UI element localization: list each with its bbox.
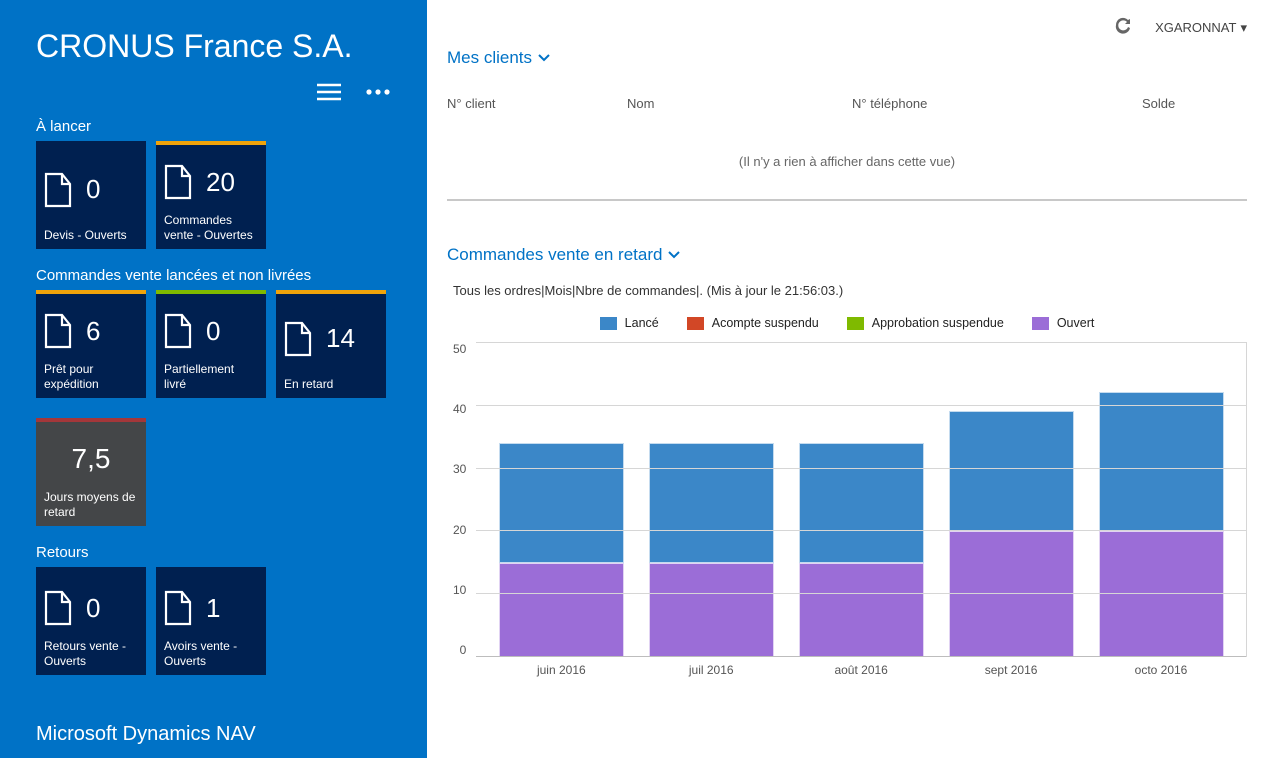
tile-label: En retard [284, 377, 378, 392]
section-title-lancees: Commandes vente lancées et non livrées [36, 267, 391, 284]
section-link-label: Mes clients [447, 48, 532, 68]
tile-avoirs-vente-ouverts[interactable]: 1 Avoirs vente - Ouverts [156, 567, 266, 675]
tile-value: 0 [86, 593, 100, 624]
document-icon [284, 321, 312, 357]
tile-pret-expedition[interactable]: 6 Prêt pour expédition [36, 290, 146, 398]
tile-retours-vente-ouverts[interactable]: 0 Retours vente - Ouverts [36, 567, 146, 675]
col-nom: Nom [627, 96, 852, 111]
chevron-down-icon [538, 54, 550, 62]
x-tick: octo 2016 [1099, 663, 1224, 677]
chart-meta: Tous les ordres|Mois|Nbre de commandes|.… [447, 283, 1247, 298]
x-tick: juin 2016 [499, 663, 624, 677]
user-name: XGARONNAT [1155, 20, 1236, 35]
chart-x-axis: juin 2016 juil 2016 août 2016 sept 2016 octo… [476, 657, 1246, 677]
document-icon [44, 172, 72, 208]
clients-heading[interactable]: Mes clients [447, 48, 1247, 68]
tile-partiellement-livre[interactable]: 0 Partiellement livré [156, 290, 266, 398]
chevron-down-icon [668, 251, 680, 259]
company-name: CRONUS France S.A. [36, 28, 391, 65]
chart-bar [949, 411, 1074, 657]
chart-bar [799, 443, 924, 657]
tile-value: 6 [86, 316, 100, 347]
section-title-retours: Retours [36, 544, 391, 561]
y-tick: 0 [460, 643, 467, 657]
legend-item: Approbation suspendue [847, 316, 1004, 330]
section-title-a-lancer: À lancer [36, 118, 391, 135]
tile-label: Prêt pour expédition [44, 362, 138, 392]
refresh-icon[interactable] [1113, 15, 1133, 40]
main-content: XGARONNAT ▾ Mes clients N° client Nom N°… [427, 0, 1275, 758]
tile-value: 7,5 [72, 443, 111, 475]
tile-devis-ouverts[interactable]: 0 Devis - Ouverts [36, 141, 146, 249]
chart-area: 50 40 30 20 10 0 juin 2016 juil 2016 août 2016 s… [447, 342, 1247, 682]
user-menu[interactable]: XGARONNAT ▾ [1155, 20, 1247, 36]
tile-value: 0 [206, 316, 220, 347]
chart-bar [649, 443, 774, 657]
document-icon [164, 164, 192, 200]
col-tel: N° téléphone [852, 96, 1142, 111]
x-tick: août 2016 [799, 663, 924, 677]
tile-label: Avoirs vente - Ouverts [164, 639, 258, 669]
legend-item: Acompte suspendu [687, 316, 819, 330]
chart-y-axis: 50 40 30 20 10 0 [453, 342, 476, 657]
tile-value: 20 [206, 167, 235, 198]
tile-label: Retours vente - Ouverts [44, 639, 138, 669]
clients-table-header: N° client Nom N° téléphone Solde [447, 96, 1247, 118]
chart-legend: Lancé Acompte suspendu Approbation suspend… [447, 316, 1247, 330]
section-link-label: Commandes vente en retard [447, 245, 662, 265]
tile-label: Partiellement livré [164, 362, 258, 392]
legend-item: Lancé [600, 316, 659, 330]
y-tick: 50 [453, 342, 466, 356]
document-icon [44, 313, 72, 349]
more-icon[interactable] [365, 83, 391, 106]
document-icon [164, 590, 192, 626]
tile-en-retard[interactable]: 14 En retard [276, 290, 386, 398]
document-icon [164, 313, 192, 349]
y-tick: 10 [453, 583, 466, 597]
tile-value: 14 [326, 323, 355, 354]
x-tick: juil 2016 [649, 663, 774, 677]
y-tick: 30 [453, 462, 466, 476]
tile-jours-moyens-retard[interactable]: 7,5 Jours moyens de retard [36, 418, 146, 526]
chart-bar [1099, 392, 1224, 657]
y-tick: 20 [453, 523, 466, 537]
chart-plot: juin 2016juil 2016août 2016sept 2016octo… [476, 342, 1247, 657]
col-client: N° client [447, 96, 627, 111]
y-tick: 40 [453, 402, 466, 416]
x-tick: sept 2016 [949, 663, 1074, 677]
chart-bar [499, 443, 624, 657]
sidebar: CRONUS France S.A. À lancer 0 Devis - Ou… [0, 0, 427, 758]
tile-label: Devis - Ouverts [44, 228, 138, 243]
chevron-down-icon: ▾ [1240, 20, 1247, 36]
document-icon [44, 590, 72, 626]
menu-icon[interactable] [317, 83, 341, 106]
tile-value: 1 [206, 593, 220, 624]
tile-label: Jours moyens de retard [44, 490, 138, 520]
footer-brand: Microsoft Dynamics NAV [36, 723, 391, 758]
tile-value: 0 [86, 174, 100, 205]
tile-label: Commandes vente - Ouvertes [164, 213, 258, 243]
clients-empty-message: (Il n'y a rien à afficher dans cette vue… [447, 118, 1247, 201]
col-solde: Solde [1142, 96, 1247, 111]
tile-commandes-vente-ouvertes[interactable]: 20 Commandes vente - Ouvertes [156, 141, 266, 249]
orders-chart-heading[interactable]: Commandes vente en retard [447, 245, 1247, 265]
legend-item: Ouvert [1032, 316, 1095, 330]
